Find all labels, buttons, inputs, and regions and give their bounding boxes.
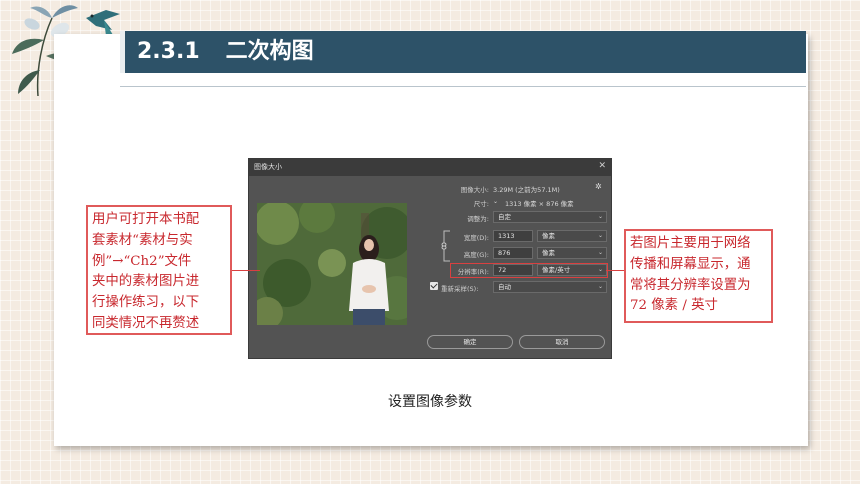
resample-checkbox[interactable] (430, 282, 438, 290)
width-label: 宽度(D): (463, 234, 489, 242)
height-input[interactable]: 876 (493, 247, 533, 259)
title-divider (120, 86, 806, 87)
dimensions-label: 尺寸: (473, 200, 489, 208)
width-unit: 像素 (542, 232, 555, 240)
section-title: 二次构图 (225, 39, 314, 64)
resample-dropdown[interactable]: 自动 ⌄ (493, 281, 607, 293)
resample-value: 自动 (498, 283, 511, 291)
fit-to-label: 调整为: (467, 215, 489, 223)
gear-icon[interactable]: ✲ (595, 182, 602, 191)
close-icon[interactable]: ✕ (598, 161, 606, 171)
fit-to-value: 自定 (498, 213, 511, 221)
chevron-down-icon: ⌄ (597, 232, 603, 239)
left-annotation-line: 行操作练习，以下 (92, 295, 200, 311)
chevron-down-icon: ⌄ (597, 283, 603, 290)
right-annotation-line: 常将其分辨率设置为 (630, 277, 751, 293)
section-number: 2.3.1 (137, 39, 200, 64)
ok-button[interactable]: 确定 (427, 335, 513, 349)
right-connector-line (606, 270, 624, 271)
left-annotation-line: 用户可打开本书配 (92, 212, 200, 227)
right-annotation-box: 若图片主要用于网络 传播和屏幕显示，通 常将其分辨率设置为 72 像素 / 英寸 (624, 229, 773, 323)
left-connector-line (232, 270, 260, 271)
width-input[interactable]: 1313 (493, 230, 533, 242)
chevron-down-icon[interactable]: ⌄ (493, 198, 498, 205)
left-annotation-line: 同类情况不再赘述 (92, 315, 200, 331)
left-annotation-line: 例”→“Ch2”文件 (92, 253, 192, 269)
chevron-down-icon: ⌄ (597, 213, 603, 220)
left-annotation-line: 夹中的素材图片进 (92, 274, 200, 290)
dialog-titlebar: 图像大小 ✕ (249, 159, 611, 176)
preview-image (257, 203, 407, 325)
image-size-value: 3.29M (之前为57.1M) (493, 186, 560, 194)
height-unit-dropdown[interactable]: 像素 ⌄ (537, 247, 607, 259)
chevron-down-icon: ⌄ (597, 249, 603, 256)
fit-to-dropdown[interactable]: 自定 ⌄ (493, 211, 607, 223)
right-annotation-line: 传播和屏幕显示，通 (630, 256, 751, 272)
title-accent (120, 31, 125, 73)
page-title: 2.3.1 二次构图 (137, 37, 314, 67)
dimensions-value: 1313 像素 × 876 像素 (505, 200, 574, 208)
left-annotation-line: 套素材“素材与实 (92, 232, 193, 248)
image-size-dialog: 图像大小 ✕ 图像大小: 3.29M (之前为57.1M) ✲ 尺寸: ⌄ 13… (248, 158, 612, 359)
dialog-title: 图像大小 (254, 163, 282, 171)
title-bar: 2.3.1 二次构图 (120, 31, 806, 73)
width-unit-dropdown[interactable]: 像素 ⌄ (537, 230, 607, 242)
height-label: 高度(G): (463, 251, 489, 259)
figure-caption: 设置图像参数 (388, 394, 472, 410)
cancel-button[interactable]: 取消 (519, 335, 605, 349)
height-unit: 像素 (542, 249, 555, 257)
resolution-highlight-box (450, 263, 608, 278)
resample-label: 重新采样(S): (441, 285, 479, 293)
right-annotation-line: 72 像素 / 英寸 (630, 298, 718, 314)
left-annotation-box: 用户可打开本书配 套素材“素材与实 例”→“Ch2”文件 夹中的素材图片进 行操… (86, 205, 232, 335)
image-size-label: 图像大小: (460, 186, 489, 194)
right-annotation-line: 若图片主要用于网络 (630, 236, 751, 251)
